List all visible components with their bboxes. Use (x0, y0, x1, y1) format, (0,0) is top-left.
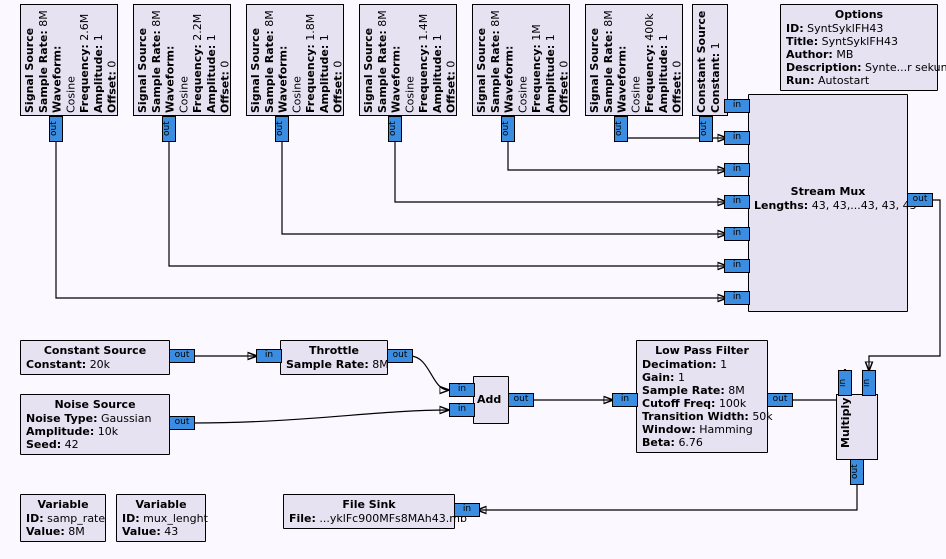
in-port[interactable]: in (838, 370, 852, 396)
out-port[interactable]: out (169, 349, 195, 363)
in-port[interactable]: in (449, 383, 475, 397)
in-port[interactable]: in (256, 349, 282, 363)
out-port[interactable]: out (614, 116, 628, 142)
lpf-block[interactable]: Low Pass Filter Decimation: 1 Gain: 1 Sa… (636, 340, 768, 453)
options-block[interactable]: Options ID: SyntSyklFH43 Title: SyntSykl… (780, 4, 938, 91)
noise-source-block[interactable]: Noise Source Noise Type: Gaussian Amplit… (20, 394, 170, 455)
out-port[interactable]: out (501, 116, 515, 142)
in-port[interactable]: in (724, 163, 750, 177)
in-port[interactable]: in (612, 393, 638, 407)
signal-source-4[interactable]: Signal Source Sample Rate: 8M Waveform: … (359, 4, 457, 116)
in-port[interactable]: in (724, 131, 750, 145)
signal-source-1[interactable]: Signal Source Sample Rate: 8M Waveform: … (20, 4, 118, 116)
out-port[interactable]: out (767, 393, 793, 407)
block-title: Signal Source (23, 28, 36, 113)
out-port[interactable]: out (388, 116, 402, 142)
in-port[interactable]: in (862, 370, 876, 396)
in-port[interactable]: in (724, 291, 750, 305)
stream-mux-block[interactable]: Stream Mux Lengths: 43, 43,...43, 43, 43 (748, 94, 908, 312)
out-port[interactable]: out (850, 459, 864, 485)
out-port[interactable]: out (907, 193, 933, 207)
in-port[interactable]: in (724, 99, 750, 113)
out-port[interactable]: out (162, 116, 176, 142)
constant-source-mid[interactable]: Constant Source Constant: 20k (20, 340, 170, 375)
throttle-block[interactable]: Throttle Sample Rate: 8M (280, 340, 388, 375)
out-port[interactable]: out (49, 116, 63, 142)
signal-source-6[interactable]: Signal Source Sample Rate: 8M Waveform: … (585, 4, 683, 116)
signal-source-3[interactable]: Signal Source Sample Rate: 8M Waveform: … (246, 4, 344, 116)
in-port[interactable]: in (724, 227, 750, 241)
out-port[interactable]: out (508, 393, 534, 407)
out-port[interactable]: out (699, 116, 713, 142)
block-title: Stream Mux (754, 185, 902, 198)
in-port[interactable]: in (449, 403, 475, 417)
in-port[interactable]: in (454, 503, 480, 517)
add-block[interactable]: Add (473, 376, 509, 424)
multiply-block[interactable]: Multiply (836, 394, 878, 460)
variable-samp-rate[interactable]: Variable ID: samp_rate Value: 8M (20, 494, 106, 542)
out-port[interactable]: out (275, 116, 289, 142)
signal-source-5[interactable]: Signal Source Sample Rate: 8M Waveform: … (472, 4, 570, 116)
in-port[interactable]: in (724, 195, 750, 209)
variable-mux-length[interactable]: Variable ID: mux_lenght Value: 43 (116, 494, 206, 542)
file-sink-block[interactable]: File Sink File: ...yklFc900MFs8MAh43.mb (283, 494, 455, 529)
in-port[interactable]: in (724, 259, 750, 273)
out-port[interactable]: out (169, 416, 195, 430)
out-port[interactable]: out (387, 349, 413, 363)
constant-source-top[interactable]: Constant Source Constant: 1 (692, 4, 728, 116)
signal-source-2[interactable]: Signal Source Sample Rate: 8M Waveform: … (133, 4, 231, 116)
block-title: Options (786, 8, 932, 21)
